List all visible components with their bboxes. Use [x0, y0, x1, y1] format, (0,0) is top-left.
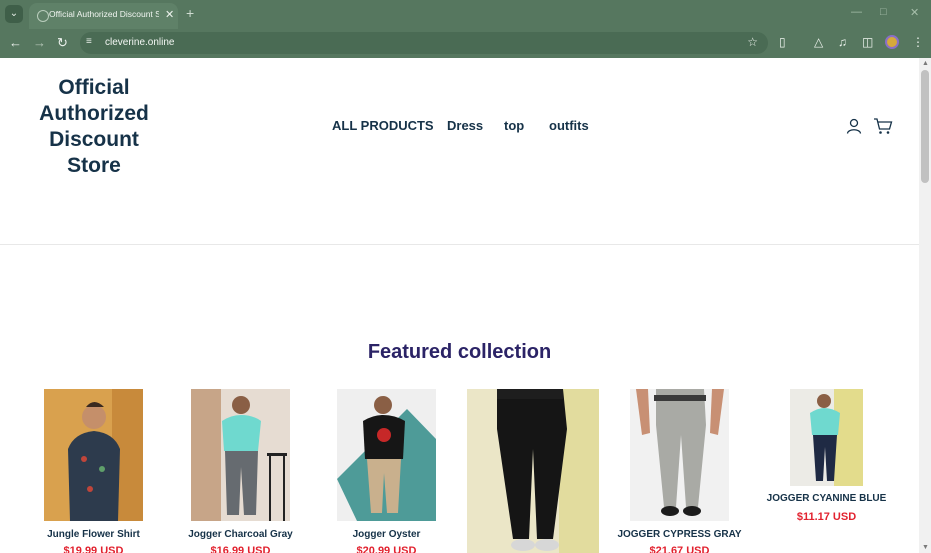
labs-icon[interactable]: △: [814, 35, 823, 49]
browser-toolbar: ← → ↻ ≡ cleverine.online ☆ ▯ △ ♫ ◫ ⋮: [0, 29, 931, 58]
product-name[interactable]: Jogger Charcoal Gray: [176, 529, 305, 540]
extensions-icon[interactable]: ▯: [779, 35, 786, 49]
logo-line: Authorized: [39, 102, 149, 125]
product-name[interactable]: Jungle Flower Shirt: [29, 529, 158, 540]
product-price: $19.99 USD: [63, 545, 124, 553]
product-name[interactable]: JOGGER CYPRESS GRAY: [615, 529, 744, 540]
bookmark-star-icon[interactable]: ☆: [747, 35, 758, 49]
product-name[interactable]: JOGGER CYANINE BLUE: [762, 493, 891, 504]
scroll-up-icon[interactable]: ▲: [922, 60, 929, 67]
featured-collection-title: Featured collection: [367, 341, 552, 363]
product-image-jungle-flower-shirt[interactable]: [44, 389, 143, 521]
scroll-thumb[interactable]: [921, 70, 929, 183]
logo-line: Store: [67, 154, 121, 177]
tab-search-button[interactable]: ⌄: [5, 5, 23, 23]
address-bar[interactable]: ≡ cleverine.online ☆: [80, 32, 768, 54]
header-divider: [0, 244, 919, 245]
new-tab-button[interactable]: +: [186, 5, 194, 21]
tab-title: Official Authorized Discount Store: [49, 9, 159, 19]
cart-icon[interactable]: [873, 117, 893, 135]
product-image-jogger-oyster[interactable]: [337, 389, 436, 521]
menu-icon[interactable]: ⋮: [912, 35, 924, 49]
logo-line: Discount: [49, 128, 139, 151]
forward-button[interactable]: →: [33, 35, 46, 50]
tab-bar: ⌄ Official Authorized Discount Store ✕ +…: [0, 0, 931, 29]
product-image-jogger-charcoal-gray[interactable]: [191, 389, 290, 521]
product-image-jogger-cypress-gray[interactable]: [630, 389, 729, 521]
account-icon[interactable]: [846, 118, 862, 134]
product-price: $20.99 USD: [356, 545, 417, 553]
product-price: $16.99 USD: [210, 545, 271, 553]
product-image-jogger-cyanine-blue[interactable]: [790, 389, 863, 486]
minimize-button[interactable]: —: [851, 6, 862, 18]
profile-avatar[interactable]: [885, 35, 899, 49]
page-scrollbar[interactable]: ▲ ▼: [919, 58, 931, 553]
scroll-down-icon[interactable]: ▼: [922, 544, 929, 551]
web-page: Official Authorized Discount Store ALL P…: [0, 58, 919, 553]
maximize-button[interactable]: □: [880, 6, 887, 18]
active-tab[interactable]: Official Authorized Discount Store ✕: [29, 3, 178, 29]
browser-chrome: ⌄ Official Authorized Discount Store ✕ +…: [0, 0, 931, 58]
nav-outfits[interactable]: outfits: [549, 118, 589, 133]
nav-dress[interactable]: Dress: [447, 118, 483, 133]
product-name[interactable]: Jogger Oyster: [322, 529, 451, 540]
product-price: $21.67 USD: [649, 545, 710, 553]
url-text: cleverine.online: [105, 37, 175, 48]
reload-button[interactable]: ↻: [57, 35, 68, 51]
back-button[interactable]: ←: [9, 35, 22, 50]
media-control-icon[interactable]: ♫: [838, 35, 847, 49]
favicon-icon: [37, 10, 49, 22]
product-image-black-jogger[interactable]: [467, 389, 599, 553]
store-logo[interactable]: Official Authorized Discount Store: [30, 75, 158, 179]
nav-all-products[interactable]: ALL PRODUCTS: [332, 118, 434, 133]
site-info-icon[interactable]: ≡: [86, 36, 92, 47]
close-tab-icon[interactable]: ✕: [165, 8, 174, 21]
side-panel-icon[interactable]: ◫: [862, 35, 873, 49]
product-price: $11.17 USD: [796, 511, 857, 523]
logo-line: Official: [58, 76, 130, 99]
close-window-button[interactable]: ✕: [910, 6, 919, 19]
nav-top[interactable]: top: [504, 118, 524, 133]
